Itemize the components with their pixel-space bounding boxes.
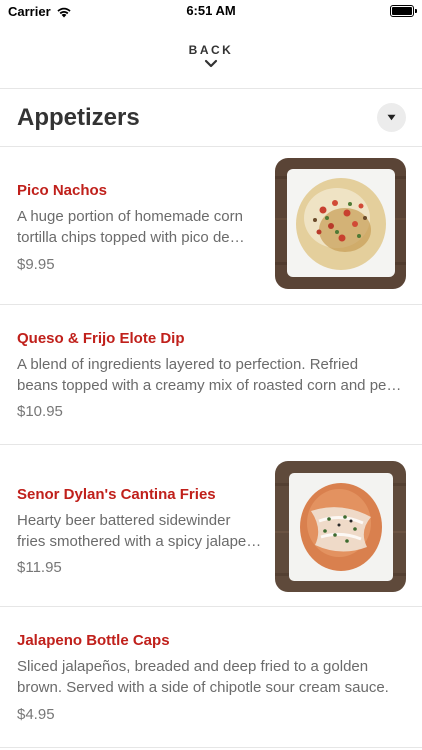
item-description-line: tortilla chips topped with pico de… (17, 229, 245, 246)
fries-photo-art (275, 461, 406, 592)
item-description-line: A blend of ingredients layered to perfec… (17, 356, 359, 373)
caret-down-icon (387, 114, 396, 121)
battery-icon (390, 5, 417, 17)
item-name: Jalapeno Bottle Caps (17, 632, 170, 649)
item-description: A huge portion of homemade corn tortilla… (17, 206, 245, 248)
item-description: Sliced jalapeños, breaded and deep fried… (17, 656, 389, 698)
back-label: BACK (188, 43, 234, 57)
menu-item[interactable]: Senor Dylan's Cantina Fries Hearty beer … (0, 445, 422, 606)
item-name: Pico Nachos (17, 182, 108, 199)
item-description-line: A huge portion of homemade corn (17, 208, 243, 225)
item-description: Hearty beer battered sidewinder fries sm… (17, 510, 261, 552)
status-bar: Carrier 6:51 AM (0, 0, 422, 22)
menu-item[interactable]: Queso & Frijo Elote Dip A blend of ingre… (0, 305, 422, 444)
back-button[interactable]: BACK (0, 38, 422, 78)
item-description: A blend of ingredients layered to perfec… (17, 354, 401, 396)
status-time: 6:51 AM (186, 3, 236, 18)
item-description-line: brown. Served with a side of chipotle so… (17, 679, 389, 696)
item-description-line: beans topped with a creamy mix of roaste… (17, 377, 402, 394)
category-dropdown-button[interactable] (377, 103, 406, 132)
header-divider (0, 88, 422, 89)
menu-item[interactable]: Jalapeno Bottle Caps Sliced jalapeños, b… (0, 607, 422, 747)
item-name: Queso & Frijo Elote Dip (17, 330, 185, 347)
chevron-down-icon (204, 59, 218, 68)
item-price: $10.95 (17, 403, 63, 420)
item-description-line: Sliced jalapeños, breaded and deep fried… (17, 658, 369, 675)
item-description-line: Hearty beer battered sidewinder (17, 512, 231, 529)
section-header: Appetizers (0, 90, 422, 146)
item-price: $11.95 (17, 559, 62, 576)
item-description-line: fries smothered with a spicy jalape… (17, 533, 262, 550)
battery-fill (392, 7, 412, 15)
item-divider (0, 747, 422, 748)
section-title: Appetizers (17, 104, 140, 131)
menu-item[interactable]: Pico Nachos A huge portion of homemade c… (0, 147, 422, 304)
nachos-photo-art (275, 158, 406, 289)
item-name: Senor Dylan's Cantina Fries (17, 486, 216, 503)
item-price: $4.95 (17, 706, 55, 723)
item-photo-fries[interactable] (275, 461, 406, 592)
item-photo-nachos[interactable] (275, 158, 406, 289)
item-price: $9.95 (17, 256, 55, 273)
